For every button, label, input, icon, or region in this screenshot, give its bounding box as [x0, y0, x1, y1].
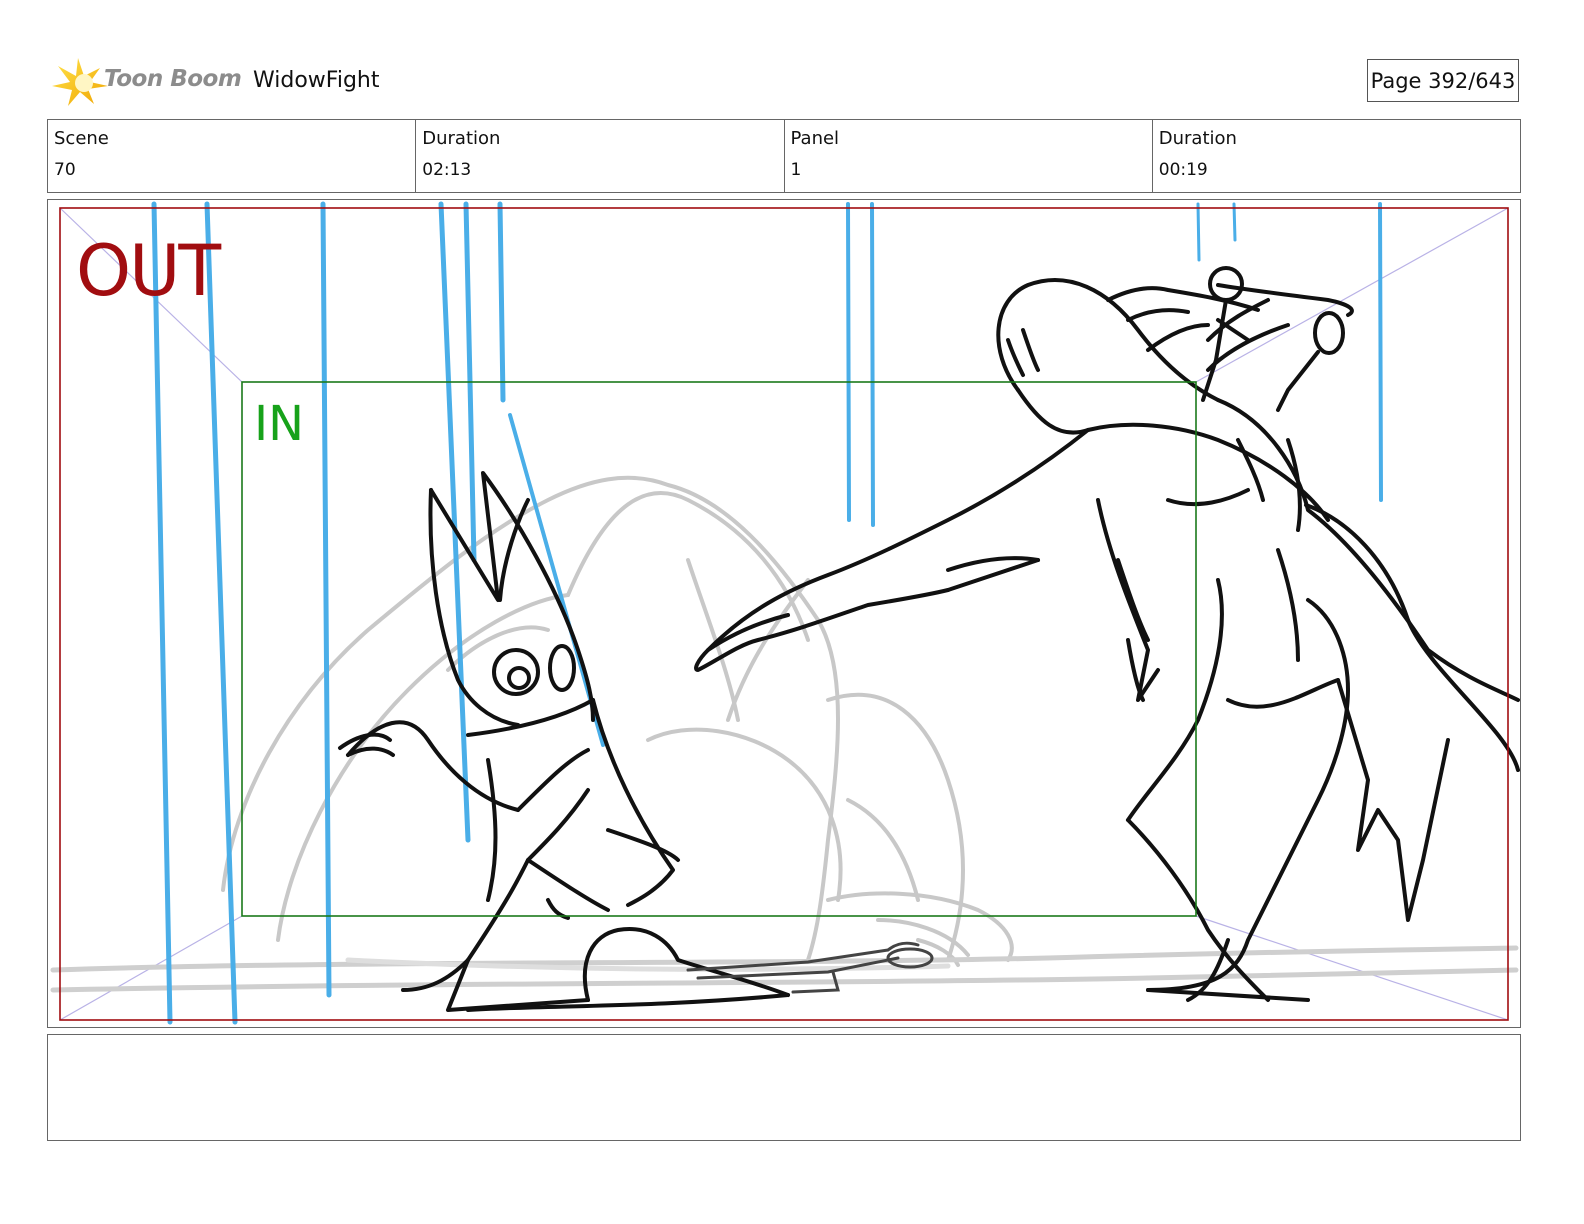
panel-value: 1 — [790, 160, 802, 180]
widow-creature-sketch — [694, 266, 1520, 1002]
scene-duration-cell: Duration 02:13 — [416, 120, 785, 192]
in-frame-label: IN — [254, 396, 305, 452]
panel-drawing — [50, 201, 1520, 1025]
scene-duration-value: 02:13 — [422, 160, 472, 180]
panel-cell: Panel 1 — [785, 120, 1153, 192]
scene-value: 70 — [54, 160, 76, 180]
scene-label: Scene — [54, 128, 109, 149]
floor-lines — [50, 945, 1519, 993]
panel-info-table: Scene 70 Duration 02:13 Panel 1 Duration… — [47, 119, 1521, 193]
toon-boom-star-icon — [52, 58, 108, 106]
panel-duration-cell: Duration 00:19 — [1153, 120, 1520, 192]
storyboard-panel: OUT IN — [47, 199, 1521, 1028]
panel-label: Panel — [790, 128, 840, 149]
panel-duration-value: 00:19 — [1158, 160, 1208, 180]
panel-notes-box — [47, 1034, 1521, 1141]
background-rock-sketch — [221, 475, 1014, 967]
scene-cell: Scene 70 — [48, 120, 417, 192]
kneeling-character-sketch — [338, 471, 790, 1012]
storyboard-header: Toon Boom WidowFight Page 392/643 — [50, 52, 1520, 112]
page-indicator: Page 392/643 — [1367, 59, 1519, 102]
panel-duration-label: Duration — [1158, 128, 1237, 149]
scene-duration-label: Duration — [422, 128, 501, 149]
project-title: WidowFight — [253, 68, 380, 93]
brand-name: Toon Boom — [104, 66, 242, 92]
out-frame-label: OUT — [76, 230, 221, 312]
